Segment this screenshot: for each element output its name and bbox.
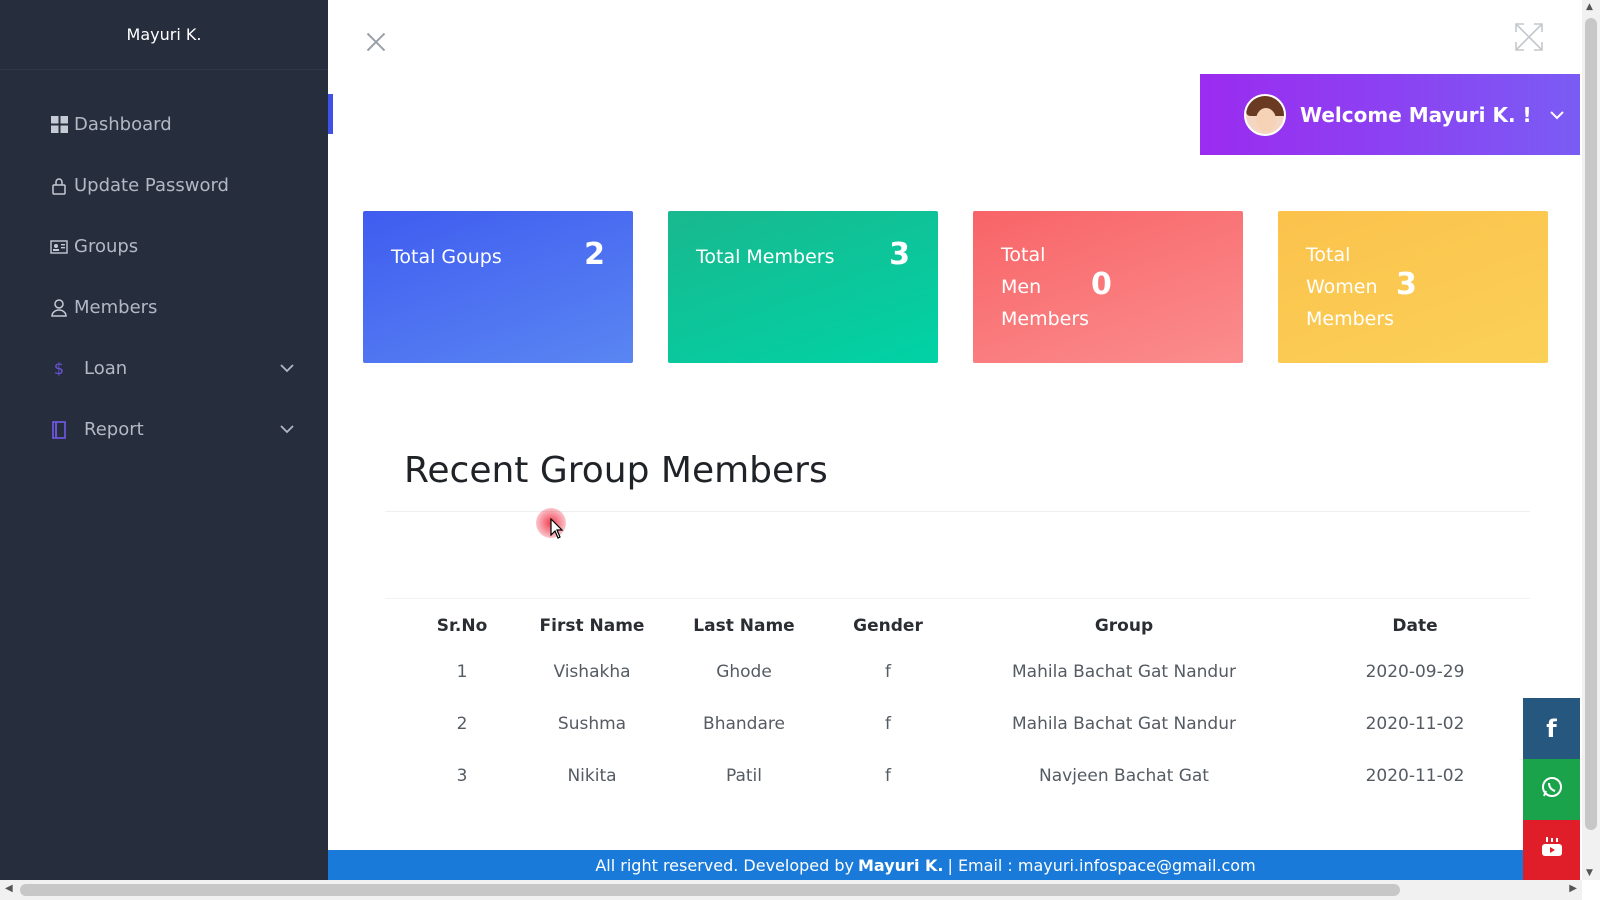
scroll-left-icon[interactable]: ◀ bbox=[5, 883, 13, 894]
sidebar-nav: Dashboard Update Password Groups Members bbox=[0, 94, 328, 460]
lock-icon bbox=[48, 177, 70, 195]
user-icon bbox=[48, 298, 70, 317]
app-root: Mayuri K. Dashboard Update Password Grou… bbox=[0, 0, 1600, 900]
dollar-icon: $ bbox=[53, 359, 65, 378]
user-menu[interactable]: Welcome Mayuri K. ! bbox=[1200, 74, 1580, 155]
sidebar-item-label: Groups bbox=[74, 236, 139, 257]
stat-label: Total Members bbox=[696, 246, 835, 268]
table-cell: f bbox=[885, 662, 891, 682]
stat-value: 3 bbox=[1396, 267, 1417, 302]
table-cell: Mahila Bachat Gat Nandur bbox=[1012, 714, 1236, 734]
table-cell: 2020-11-02 bbox=[1365, 766, 1465, 786]
table-cell: 2 bbox=[456, 714, 468, 734]
sidebar-item-label: Loan bbox=[84, 358, 128, 379]
footer-prefix: All right reserved. Developed by bbox=[595, 855, 854, 875]
footer-author: Mayuri K. bbox=[858, 855, 944, 875]
close-icon[interactable] bbox=[364, 30, 388, 54]
stat-card-total-members: Total Members 3 bbox=[668, 211, 938, 363]
column-header: Sr.No bbox=[436, 616, 488, 636]
table-cell: Ghode bbox=[716, 662, 772, 682]
sidebar: Mayuri K. Dashboard Update Password Grou… bbox=[0, 0, 328, 880]
id-card-icon bbox=[48, 239, 70, 254]
members-table: Sr.No First Name Last Name Gender Group … bbox=[400, 606, 1530, 802]
table-cell: f bbox=[885, 714, 891, 734]
section-title: Recent Group Members bbox=[404, 450, 828, 491]
horizontal-scrollbar[interactable]: ◀ ▶ bbox=[0, 880, 1582, 900]
table-row: 3 Nikita Patil f Navjeen Bachat Gat 2020… bbox=[400, 750, 1530, 802]
column-header: Date bbox=[1392, 616, 1438, 636]
table-cell: Mahila Bachat Gat Nandur bbox=[1012, 662, 1236, 682]
column-header: Gender bbox=[853, 616, 923, 636]
table-cell: Sushma bbox=[557, 714, 627, 734]
stat-card-women-members: Total Women Members 3 bbox=[1278, 211, 1548, 363]
table-cell: 2020-11-02 bbox=[1365, 714, 1465, 734]
sidebar-item-label: Members bbox=[74, 297, 158, 318]
scroll-right-icon[interactable]: ▶ bbox=[1569, 883, 1577, 894]
sidebar-item-dashboard[interactable]: Dashboard bbox=[0, 94, 328, 155]
table-row: 2 Sushma Bhandare f Mahila Bachat Gat Na… bbox=[400, 698, 1530, 750]
stat-value: 0 bbox=[1091, 267, 1112, 302]
avatar bbox=[1244, 93, 1286, 136]
column-header: First Name bbox=[539, 616, 645, 636]
table-row: 1 Vishakha Ghode f Mahila Bachat Gat Nan… bbox=[400, 646, 1530, 698]
stat-value: 3 bbox=[889, 237, 910, 272]
chevron-down-icon bbox=[280, 422, 294, 438]
table-cell: Vishakha bbox=[553, 662, 631, 682]
book-icon bbox=[48, 420, 70, 439]
mouse-cursor-icon bbox=[550, 517, 564, 540]
table-cell: Bhandare bbox=[703, 714, 785, 734]
divider bbox=[385, 598, 1530, 599]
vertical-scrollbar[interactable]: ▲ ▼ bbox=[1582, 0, 1600, 880]
sidebar-item-label: Dashboard bbox=[74, 114, 172, 135]
sidebar-item-loan[interactable]: $ Loan bbox=[0, 338, 328, 399]
sidebar-item-label: Report bbox=[84, 419, 144, 440]
stat-label-line: Members bbox=[1001, 308, 1090, 330]
chevron-down-icon bbox=[280, 361, 294, 377]
scrollbar-thumb[interactable] bbox=[1585, 18, 1597, 830]
footer: All right reserved. Developed by Mayuri … bbox=[328, 850, 1523, 880]
table-cell: f bbox=[885, 766, 891, 786]
scrollbar-thumb[interactable] bbox=[20, 884, 1400, 896]
footer-email: | Email : mayuri.infospace@gmail.com bbox=[947, 855, 1256, 875]
stat-label-line: Members bbox=[1306, 308, 1395, 330]
stat-card-men-members: Total Men Members 0 bbox=[973, 211, 1243, 363]
grid-icon bbox=[48, 116, 70, 133]
whatsapp-icon bbox=[1540, 775, 1564, 805]
youtube-icon bbox=[1540, 835, 1564, 865]
youtube-button[interactable] bbox=[1523, 820, 1580, 880]
table-header-row: Sr.No First Name Last Name Gender Group … bbox=[400, 606, 1530, 646]
sidebar-item-members[interactable]: Members bbox=[0, 277, 328, 338]
column-header: Group bbox=[1094, 616, 1154, 636]
active-nav-indicator bbox=[328, 94, 333, 134]
facebook-button[interactable]: f bbox=[1523, 698, 1580, 759]
table-cell: Patil bbox=[725, 766, 763, 786]
fullscreen-icon[interactable] bbox=[1514, 22, 1544, 52]
table-cell: Nikita bbox=[567, 766, 617, 786]
scroll-up-icon[interactable]: ▲ bbox=[1586, 2, 1593, 12]
table-cell: Navjeen Bachat Gat bbox=[1039, 766, 1209, 786]
stat-value: 2 bbox=[584, 237, 605, 272]
sidebar-item-update-password[interactable]: Update Password bbox=[0, 155, 328, 216]
table-cell: 1 bbox=[456, 662, 468, 682]
sidebar-item-label: Update Password bbox=[74, 175, 229, 196]
chevron-down-icon bbox=[1549, 105, 1564, 124]
sidebar-item-groups[interactable]: Groups bbox=[0, 216, 328, 277]
column-header: Last Name bbox=[693, 616, 795, 636]
scroll-down-icon[interactable]: ▼ bbox=[1586, 868, 1593, 878]
welcome-text: Welcome Mayuri K. ! bbox=[1300, 102, 1532, 127]
sidebar-item-report[interactable]: Report bbox=[0, 399, 328, 460]
sidebar-brand: Mayuri K. bbox=[0, 0, 328, 70]
whatsapp-button[interactable] bbox=[1523, 759, 1580, 820]
stat-card-total-groups: Total Goups 2 bbox=[363, 211, 633, 363]
table-cell: 3 bbox=[456, 766, 468, 786]
facebook-icon: f bbox=[1546, 714, 1557, 743]
stat-label: Total Goups bbox=[391, 246, 502, 268]
table-cell: 2020-09-29 bbox=[1365, 662, 1465, 682]
